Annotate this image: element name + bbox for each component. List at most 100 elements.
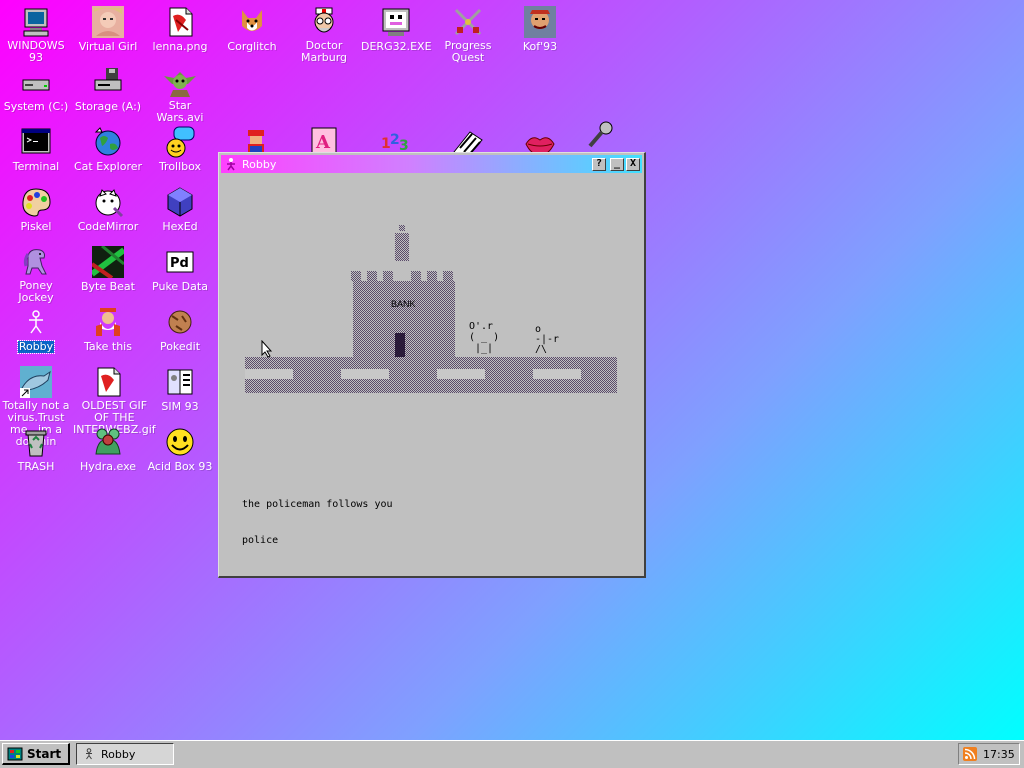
- desktop-icon-robby[interactable]: Robby: [0, 306, 72, 354]
- desktop-icon-progress-quest[interactable]: Progress Quest: [432, 6, 504, 64]
- desktop-icon-storage-a[interactable]: Storage (A:): [72, 66, 144, 113]
- svg-text:A: A: [315, 132, 331, 153]
- icon-label: Storage (A:): [74, 100, 142, 113]
- windows-logo-icon: [7, 747, 23, 760]
- desktop-icon-star-wars[interactable]: Star Wars.avi: [144, 66, 216, 124]
- desktop-icon-system-c[interactable]: System (C:): [0, 66, 72, 113]
- close-button[interactable]: X: [626, 157, 640, 171]
- desktop-icon-doctor-marburg[interactable]: Doctor Marburg: [288, 6, 360, 64]
- icon-label: Puke Data: [152, 280, 208, 293]
- doctor-icon: [308, 6, 340, 38]
- desktop-icon-trash[interactable]: TRASH: [0, 426, 72, 473]
- desktop-icon-virtual-girl[interactable]: Virtual Girl: [72, 6, 144, 53]
- icon-label: DERG32.EXE: [361, 40, 432, 53]
- palette-icon: [20, 186, 52, 218]
- icon-label: Virtual Girl: [78, 40, 138, 53]
- cube-icon: [164, 186, 196, 218]
- desktop-icon-sim93[interactable]: SIM 93: [144, 366, 216, 413]
- desktop-icon-windows93[interactable]: WINDOWS 93: [0, 6, 72, 64]
- icon-label: Poney Jockey: [18, 279, 54, 304]
- smiley-icon: [164, 426, 196, 458]
- crossed-swords-icon: [452, 6, 484, 38]
- terminal-icon: [20, 126, 52, 158]
- image-file-icon: [164, 6, 196, 38]
- icon-label: Acid Box 93: [147, 460, 213, 473]
- icon-label: Doctor Marburg: [300, 39, 348, 64]
- face-icon: [92, 6, 124, 38]
- icon-label: Terminal: [12, 160, 60, 173]
- hydra-icon: [92, 426, 124, 458]
- desktop-icon-poney-jockey[interactable]: Poney Jockey: [0, 246, 72, 304]
- desktop: WINDOWS 93 Virtual Girl lenna.png Corgli…: [0, 0, 1024, 740]
- desktop-icon-codemirror[interactable]: CodeMirror: [72, 186, 144, 233]
- desktop-icon-byte-beat[interactable]: Byte Beat: [72, 246, 144, 293]
- desktop-icon-pokedit[interactable]: Pokedit: [144, 306, 216, 353]
- robby-window[interactable]: Robby ? _ X BANK O'.r (_) |_| o -|-r /…: [218, 152, 646, 578]
- console-line: the policeman follows you: [242, 499, 393, 510]
- stickman-icon: [224, 157, 238, 171]
- icon-label: WINDOWS 93: [7, 39, 65, 64]
- taskbar: Start Robby 17:35: [0, 740, 1024, 768]
- mouse-cursor-icon: [261, 340, 273, 358]
- icon-label: Byte Beat: [80, 280, 135, 293]
- game-scene: [245, 225, 617, 393]
- taskbar-item-robby[interactable]: Robby: [76, 743, 174, 765]
- floppy-drive-icon: [92, 66, 124, 98]
- gif-file-icon: [92, 366, 124, 398]
- desktop-icon-hydra[interactable]: Hydra.exe: [72, 426, 144, 473]
- book-icon: [164, 366, 196, 398]
- minimize-button[interactable]: _: [610, 157, 624, 171]
- waveform-icon: [92, 246, 124, 278]
- desktop-icon-trollbox[interactable]: Trollbox: [144, 126, 216, 173]
- icon-label: Corglitch: [227, 40, 277, 53]
- stickman-icon: [83, 748, 95, 760]
- desktop-icon-hexed[interactable]: HexEd: [144, 186, 216, 233]
- icon-label: SIM 93: [161, 400, 199, 413]
- desktop-icon-derg32[interactable]: DERG32.EXE: [360, 6, 432, 53]
- recycle-bin-icon: [20, 426, 52, 458]
- icon-label: Trollbox: [158, 160, 202, 173]
- dragon-monitor-icon: [380, 6, 412, 38]
- desktop-icon-acid-box[interactable]: Acid Box 93: [144, 426, 216, 473]
- console-output: the policeman follows you police: [242, 475, 393, 571]
- start-label: Start: [27, 746, 62, 761]
- start-button[interactable]: Start: [2, 743, 70, 765]
- icon-label: HexEd: [162, 220, 198, 233]
- help-button[interactable]: ?: [592, 157, 606, 171]
- desktop-icon-corglitch[interactable]: Corglitch: [216, 6, 288, 53]
- icon-label: Robby: [16, 340, 56, 354]
- icon-label: Star Wars.avi: [156, 99, 204, 124]
- desktop-icon-piskel[interactable]: Piskel: [0, 186, 72, 233]
- icon-label: Progress Quest: [444, 39, 492, 64]
- cat-code-icon: [92, 186, 124, 218]
- icon-label: Take this: [84, 340, 132, 353]
- chat-icon: [164, 126, 196, 158]
- icon-label: System (C:): [3, 100, 69, 113]
- icon-label: Kof'93: [522, 40, 558, 53]
- desktop-icon-terminal[interactable]: Terminal: [0, 126, 72, 173]
- bank-sign: BANK: [391, 299, 416, 309]
- window-titlebar[interactable]: Robby ? _ X: [221, 155, 642, 173]
- pokeball-icon: [164, 306, 196, 338]
- console-line: police: [242, 535, 279, 546]
- desktop-icon-puke-data[interactable]: Pd Puke Data: [144, 246, 216, 293]
- desktop-icon-kof93[interactable]: Kof'93: [504, 6, 576, 53]
- pony-icon: [20, 246, 52, 278]
- desktop-icon-lenna[interactable]: lenna.png: [144, 6, 216, 53]
- icon-label: Piskel: [20, 220, 52, 233]
- ground: [245, 357, 617, 393]
- desktop-icon-cat-explorer[interactable]: Cat Explorer: [72, 126, 144, 173]
- svg-text:Pd: Pd: [170, 256, 189, 271]
- icon-label: Cat Explorer: [73, 160, 143, 173]
- old-man-icon: [92, 306, 124, 338]
- icon-label: Hydra.exe: [79, 460, 137, 473]
- desktop-icon-take-this[interactable]: Take this: [72, 306, 144, 353]
- globe-icon: [92, 126, 124, 158]
- robby-sprite: o -|-r /\: [535, 324, 560, 355]
- microphone-icon[interactable]: [584, 118, 616, 150]
- clock: 17:35: [983, 747, 1015, 761]
- bank-building: [351, 225, 455, 357]
- stickman-icon: [20, 306, 52, 338]
- icon-label: Pokedit: [159, 340, 201, 353]
- rss-icon[interactable]: [963, 747, 977, 761]
